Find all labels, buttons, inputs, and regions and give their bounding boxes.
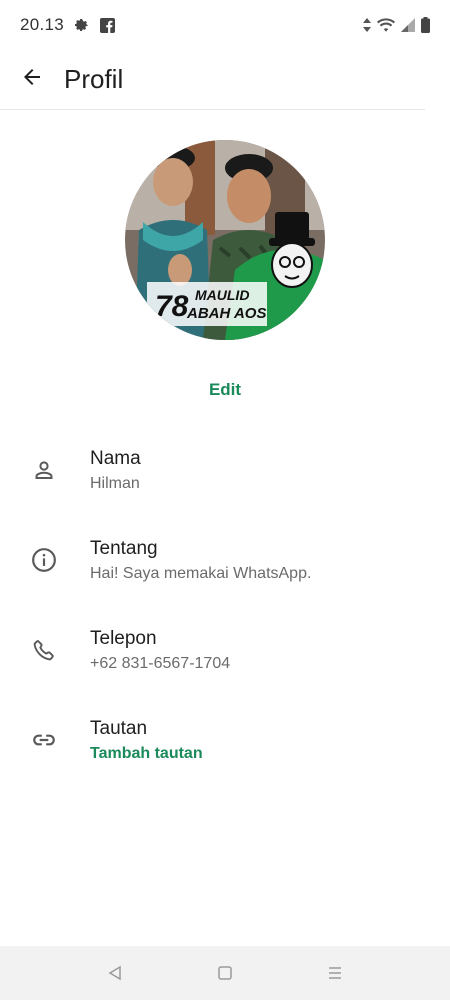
status-left: 20.13 [20,15,116,35]
person-icon [0,445,90,495]
status-time: 20.13 [20,15,65,34]
menu-lines-icon[interactable] [315,953,355,993]
facebook-icon [100,17,116,33]
row-phone-text: Telepon +62 831-6567-1704 [90,625,230,676]
row-about-value: Hai! Saya memakai WhatsApp. [90,565,312,582]
add-link-button[interactable]: Tambah tautan [90,742,203,766]
row-name[interactable]: Nama Hilman [0,445,450,515]
photo-caption-line3: ABAH AOS [186,305,266,322]
row-name-label: Nama [90,448,141,469]
row-phone-value: +62 831-6567-1704 [90,655,231,672]
photo-caption-line2: MAULID [195,287,249,303]
data-arrows-icon [363,18,371,32]
wifi-icon [377,18,395,32]
row-name-value: Hilman [90,475,140,492]
back-triangle-icon[interactable] [95,953,135,993]
status-bar: 20.13 [0,0,450,50]
row-about-label: Tentang [90,538,158,559]
signal-icon [401,18,415,32]
phone-icon [0,625,90,675]
page-title: Profil [64,64,124,94]
home-square-icon[interactable] [205,953,245,993]
photo-caption-number: 78 [155,290,189,323]
row-name-text: Nama Hilman [90,445,141,496]
edit-photo-link[interactable]: Edit [0,380,450,400]
back-button[interactable] [12,60,52,100]
row-about-text: Tentang Hai! Saya memakai WhatsApp. [90,535,311,586]
row-phone[interactable]: Telepon +62 831-6567-1704 [0,625,450,695]
arrow-left-icon [20,65,44,94]
gear-icon [74,17,90,33]
battery-icon [421,17,430,33]
link-icon [0,715,90,765]
status-right [363,17,430,33]
row-link-text: Tautan Tambah tautan [90,715,203,766]
system-nav-bar [0,946,450,1000]
row-link[interactable]: Tautan Tambah tautan [0,715,450,785]
app-bar: Profil [0,50,425,110]
row-about[interactable]: Tentang Hai! Saya memakai WhatsApp. [0,535,450,605]
row-phone-label: Telepon [90,628,157,649]
profile-photo-image: 78 MAULID ABAH AOS [125,140,325,340]
row-link-label: Tautan [90,718,148,739]
info-icon [0,535,90,585]
profile-photo[interactable]: 78 MAULID ABAH AOS [125,140,325,340]
